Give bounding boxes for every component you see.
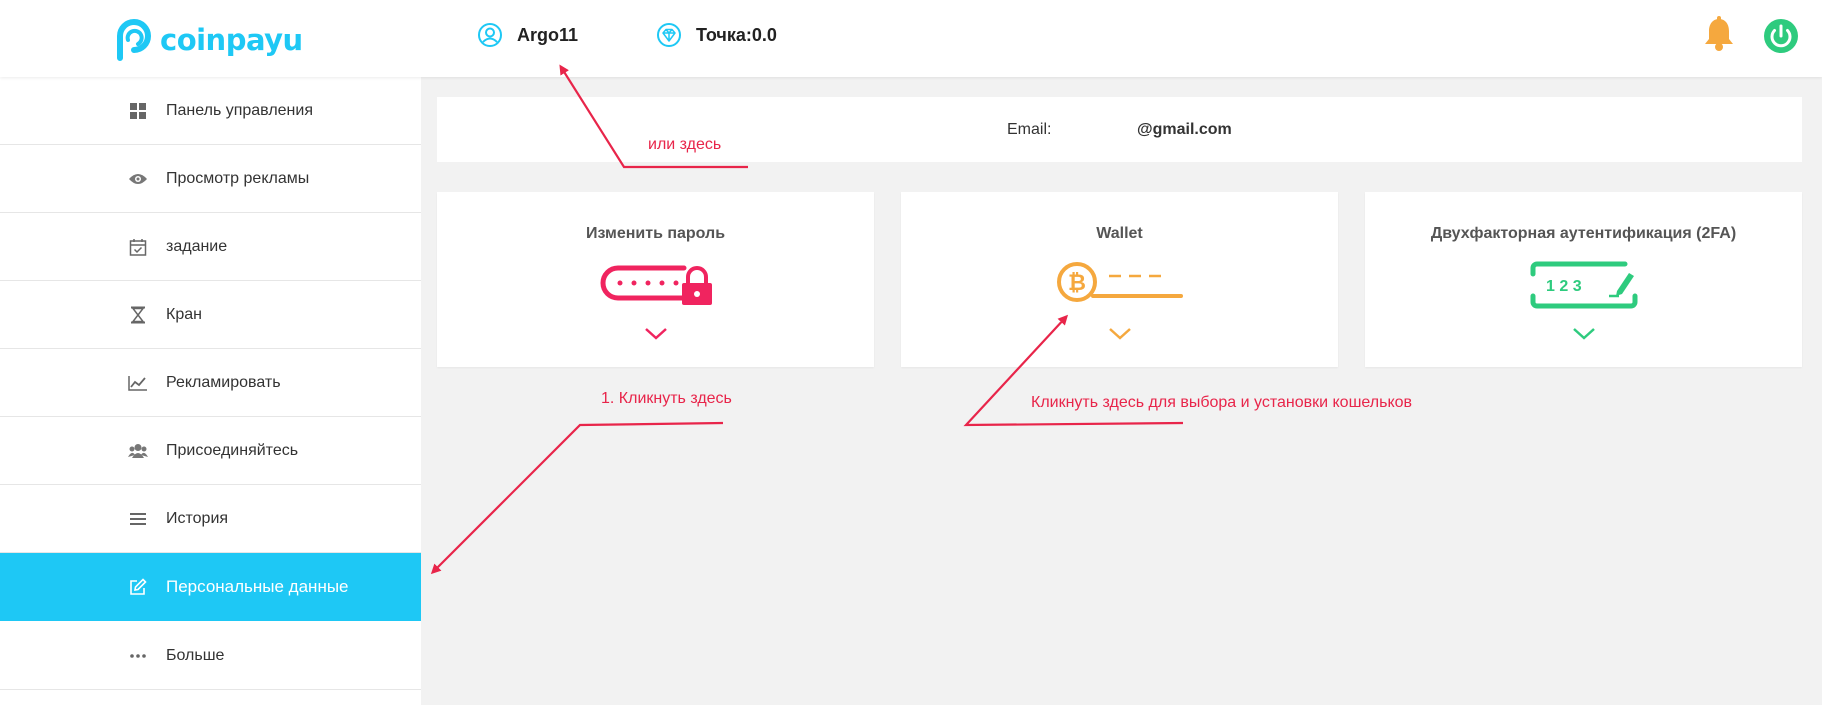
edit-icon [128, 577, 148, 597]
sidebar-item-label: Кран [166, 305, 202, 323]
card-title: Изменить пароль [585, 225, 726, 242]
chevron-down-icon [644, 328, 667, 340]
eye-icon [128, 169, 148, 189]
bell-icon[interactable] [1702, 16, 1736, 57]
power-icon[interactable] [1763, 18, 1799, 59]
username: Argo11 [517, 24, 579, 45]
sidebar-item-more[interactable]: Больше [0, 622, 421, 690]
email-card: Email: @gmail.com [437, 97, 1802, 162]
sidebar: Панель управления Просмотр рекламы задан… [0, 77, 421, 705]
change-password-card[interactable]: Изменить пароль [437, 192, 874, 367]
points-display[interactable]: Точка:0.0 [656, 20, 777, 50]
logo[interactable]: coinpayu [114, 18, 303, 62]
hourglass-icon [128, 305, 148, 325]
bitcoin-wallet-icon: ₿ [1056, 262, 1183, 302]
sidebar-item-label: Присоединяйтесь [166, 441, 299, 459]
list-icon [128, 509, 148, 529]
email-value: @gmail.com [1137, 120, 1232, 138]
sidebar-item-label: Рекламировать [166, 373, 281, 391]
sidebar-item-label: задание [166, 237, 228, 255]
points-text: Точка:0.0 [696, 24, 777, 45]
sidebar-item-join[interactable]: Присоединяйтесь [0, 417, 421, 485]
dashboard-icon [128, 101, 148, 121]
sidebar-item-advertise[interactable]: Рекламировать [0, 349, 421, 417]
annotation-click-here: 1. Кликнуть здесь [601, 390, 732, 407]
annotation-here-too: или здесь [648, 136, 722, 153]
sidebar-item-label: Панель управления [166, 101, 313, 119]
user-icon [478, 23, 502, 47]
chevron-down-icon [1108, 328, 1131, 340]
top-header: coinpayu Argo11 Точка:0.0 [0, 0, 1822, 77]
email-label: Email: [1007, 120, 1052, 138]
password-lock-icon [600, 265, 712, 305]
sidebar-item-label: Просмотр рекламы [166, 169, 310, 187]
sidebar-item-label: Больше [166, 646, 225, 664]
calendar-check-icon [128, 237, 148, 257]
annotation-wallets-hint: Кликнуть здесь для выбора и установки ко… [1031, 394, 1413, 411]
sidebar-item-faucet[interactable]: Кран [0, 281, 421, 349]
sidebar-item-history[interactable]: История [0, 485, 421, 553]
users-icon [128, 441, 148, 461]
logo-text: coinpayu [160, 23, 303, 57]
chevron-down-icon [1572, 328, 1595, 340]
svg-text:₿: ₿ [1068, 271, 1086, 296]
sidebar-item-view-ads[interactable]: Просмотр рекламы [0, 145, 421, 213]
chart-line-icon [128, 373, 148, 393]
diamond-icon [657, 23, 681, 47]
wallet-card[interactable]: Wallet ₿ [901, 192, 1338, 367]
user-menu[interactable]: Argo11 [477, 20, 578, 50]
sidebar-item-label: История [166, 509, 229, 527]
logo-mark-icon [114, 18, 154, 62]
card-title: Wallet [1096, 225, 1143, 242]
sidebar-item-dashboard[interactable]: Панель управления [0, 77, 421, 145]
two-factor-code: 1 2 3 [1546, 278, 1582, 295]
card-title: Двухфакторная аутентификация (2FA) [1430, 225, 1737, 242]
more-icon [128, 646, 148, 666]
sidebar-item-label: Персональные данные [166, 577, 349, 596]
sidebar-item-tasks[interactable]: задание [0, 213, 421, 281]
two-factor-card[interactable]: Двухфакторная аутентификация (2FA) 1 2 3 [1365, 192, 1802, 367]
sidebar-item-personal-data[interactable]: Персональные данные [0, 553, 421, 621]
